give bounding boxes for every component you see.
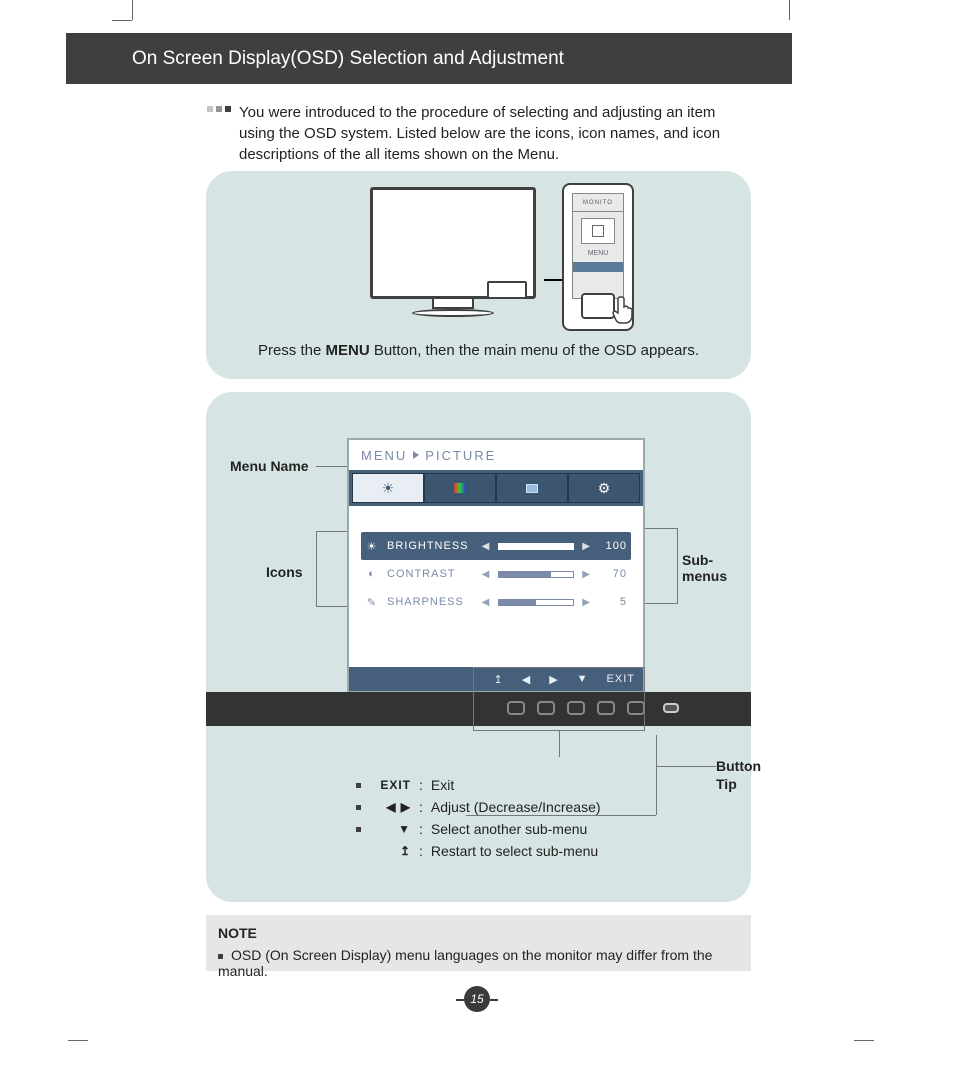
press-bold: MENU (325, 342, 369, 359)
note-box: NOTE OSD (On Screen Display) menu langua… (206, 915, 751, 971)
annotation-submenus: Sub-menus (682, 552, 751, 584)
legend-desc: Select another sub-menu (431, 821, 587, 837)
zoom-screen: MONITO MENU (572, 193, 624, 299)
row-label: CONTRAST (387, 568, 474, 580)
row-value: 5 (599, 596, 627, 608)
colon: : (417, 821, 425, 837)
manual-page: On Screen Display(OSD) Selection and Adj… (0, 0, 954, 1079)
osd-tab-picture: ☀ (352, 473, 424, 503)
crop-mark (112, 20, 132, 21)
illustration-panel-1: MONITO MENU Press the MENU Button, then … (206, 171, 751, 379)
row-icon: ☀ (365, 540, 379, 553)
press-post: Button, then the main menu of the OSD ap… (370, 342, 699, 359)
button-legend: EXIT : Exit ◀ ▶ : Adjust (Decrease/Incre… (356, 774, 601, 862)
callout-box (473, 667, 645, 731)
press-instruction: Press the MENU Button, then the main men… (206, 342, 751, 359)
osd-tab-color (424, 473, 496, 503)
zoom-box-icon (581, 218, 615, 244)
legend-row: ▼ : Select another sub-menu (356, 818, 601, 840)
zoom-label: MONITO (573, 194, 623, 212)
osd-row-sharpness: ✎ SHARPNESS ◀ ▶ 5 (361, 588, 631, 616)
row-value: 70 (599, 568, 627, 580)
osd-title-menu: MENU (361, 448, 407, 463)
monitor-base-icon (412, 309, 494, 317)
callout-line (559, 731, 560, 757)
legend-symbol: EXIT (367, 778, 411, 792)
osd-row-contrast: ◐ CONTRAST ◀ ▶ 70 (361, 560, 631, 588)
screen-icon (526, 484, 538, 493)
legend-symbol: ◀ ▶ (367, 800, 411, 814)
intro-text: You were introduced to the procedure of … (239, 102, 737, 165)
annotation-menu-name: Menu Name (230, 458, 309, 474)
bullet-icon (356, 783, 361, 788)
row-label: SHARPNESS (387, 596, 474, 608)
monitor-stand-icon (432, 299, 474, 309)
monitor-icon (370, 187, 536, 299)
osd-body: ☀ BRIGHTNESS ◀ ▶ 100◐ CONTRAST ◀ ▶ 70✎ S… (349, 506, 643, 628)
osd-menu: MENU PICTURE ☀ ⚙ ☀ BRIGHTNESS ◀ ▶ 100◐ C… (347, 438, 645, 693)
row-icon: ✎ (365, 596, 379, 609)
note-text: OSD (On Screen Display) menu languages o… (218, 947, 712, 979)
row-label: BRIGHTNESS (387, 540, 474, 552)
bullet-icon (356, 827, 361, 832)
left-arrow-icon: ◀ (482, 541, 491, 552)
osd-tabs: ☀ ⚙ (349, 470, 643, 506)
zoom-panel: MONITO MENU (562, 183, 634, 331)
page-number: 15 (464, 986, 490, 1012)
crop-mark (854, 1040, 874, 1041)
slider-bar (498, 571, 574, 578)
hand-pointer-icon (610, 295, 636, 325)
annotation-button-tip: Button Tip (716, 757, 761, 793)
color-icon (454, 483, 466, 493)
intro-paragraph: You were introduced to the procedure of … (207, 102, 737, 165)
crop-mark (789, 0, 790, 20)
illustration-panel-2: Menu Name Icons Sub-menus Button Tip MEN… (206, 392, 751, 902)
legend-desc: Adjust (Decrease/Increase) (431, 799, 601, 815)
legend-desc: Exit (431, 777, 454, 793)
annotation-icons: Icons (266, 564, 303, 580)
osd-tab-display (496, 473, 568, 503)
left-arrow-icon: ◀ (482, 569, 491, 580)
legend-row: EXIT : Exit (356, 774, 601, 796)
power-button-icon (663, 703, 679, 713)
osd-row-brightness: ☀ BRIGHTNESS ◀ ▶ 100 (361, 532, 631, 560)
section-header: On Screen Display(OSD) Selection and Adj… (66, 33, 792, 84)
colon: : (417, 843, 425, 859)
brightness-icon: ☀ (382, 480, 395, 497)
row-icon: ◐ (365, 568, 379, 580)
right-arrow-icon: ▶ (582, 597, 591, 608)
gear-icon: ⚙ (598, 480, 611, 497)
legend-symbol: ↥ (367, 844, 411, 858)
bullet-icon (356, 805, 361, 810)
bullet-icon (218, 954, 223, 959)
monitor-diagram: MONITO MENU (370, 187, 630, 337)
legend-row: ◀ ▶ : Adjust (Decrease/Increase) (356, 796, 601, 818)
osd-title-section: PICTURE (425, 448, 496, 463)
row-value: 100 (599, 540, 627, 552)
chevron-right-icon (413, 451, 419, 459)
press-pre: Press the (258, 342, 326, 359)
legend-row: ↥ : Restart to select sub-menu (356, 840, 601, 862)
legend-symbol: ▼ (367, 822, 411, 836)
osd-breadcrumb: MENU PICTURE (349, 440, 643, 470)
right-arrow-icon: ▶ (582, 569, 591, 580)
crop-mark (132, 0, 133, 20)
crop-mark (68, 1040, 88, 1041)
colon: : (417, 799, 425, 815)
zoom-menu-label: MENU (573, 250, 623, 257)
slider-bar (498, 543, 574, 550)
slider-bar (498, 599, 574, 606)
note-label: NOTE (218, 925, 257, 941)
section-title: On Screen Display(OSD) Selection and Adj… (132, 48, 564, 70)
left-arrow-icon: ◀ (482, 597, 491, 608)
zoom-bar (573, 262, 623, 272)
right-arrow-icon: ▶ (582, 541, 591, 552)
legend-desc: Restart to select sub-menu (431, 843, 598, 859)
colon: : (417, 777, 425, 793)
osd-tab-settings: ⚙ (568, 473, 640, 503)
